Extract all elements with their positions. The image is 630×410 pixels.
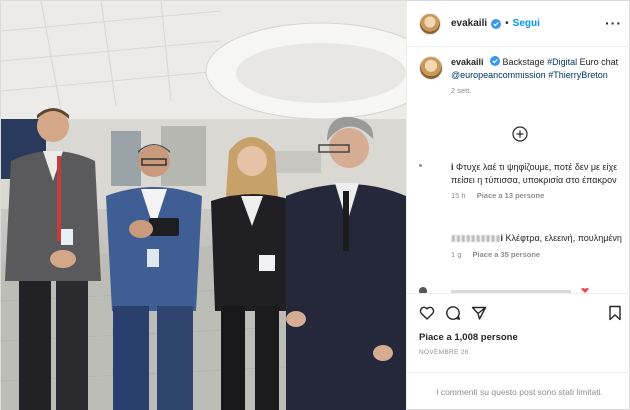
post-photo[interactable]: [1, 1, 406, 410]
hashtag-digital[interactable]: #Digital: [547, 57, 577, 67]
comment-text: Κλέφτρα, ελεεινή, πουλημένη: [503, 233, 622, 243]
post-actions: Piace a 1,008 persone NOVEMBRE 26: [407, 293, 630, 371]
comment-likes[interactable]: Piace a 13 persone: [477, 191, 545, 200]
bookmark-icon[interactable]: [607, 305, 623, 321]
verified-badge-icon: [491, 18, 502, 29]
comment-item: i Φτυχε λαέ τι ψηφίζουμε, ποτέ δεν με εί…: [419, 161, 624, 203]
share-icon[interactable]: [471, 305, 487, 321]
comment-time[interactable]: 15 h: [451, 191, 466, 200]
heart-icon[interactable]: [419, 305, 435, 321]
instagram-post: evakaili • Segui ··· evakaili Backstage …: [0, 0, 630, 410]
post-header: evakaili • Segui ···: [407, 1, 630, 47]
comment-avatar-placeholder: [419, 164, 422, 167]
follow-button[interactable]: Segui: [513, 18, 540, 29]
comment-item: ▮▮▮▮▮▮▮▮▮▮i Κλέφτρα, ελεεινή, πουλημένη …: [419, 232, 624, 261]
likes-count[interactable]: Piace a 1,008 persone: [419, 332, 518, 343]
comment-meta: 1 g Piace a 35 persone: [451, 249, 624, 262]
caption-avatar[interactable]: [419, 56, 443, 80]
comment-likes[interactable]: Piace a 35 persone: [473, 250, 541, 259]
photo-illustration: [1, 1, 406, 410]
comment-text: Φτυχε λαέ τι ψηφίζουμε, ποτέ δεν με είχε…: [451, 162, 618, 185]
caption-username[interactable]: evakaili: [451, 57, 484, 67]
caption-text: Euro chat: [577, 57, 619, 67]
comments-section[interactable]: evakaili Backstage #Digital Euro chat @e…: [407, 48, 630, 293]
next-comment-peek: [419, 287, 589, 293]
post-caption: evakaili Backstage #Digital Euro chat @e…: [419, 56, 624, 98]
post-side-panel: evakaili • Segui ··· evakaili Backstage …: [406, 1, 630, 410]
header-separator: •: [505, 18, 509, 29]
verified-badge-icon: [490, 56, 501, 66]
post-date[interactable]: NOVEMBRE 26: [419, 349, 469, 356]
comment-time[interactable]: 1 g: [451, 250, 461, 259]
author-username[interactable]: evakaili: [451, 18, 487, 29]
caption-timestamp[interactable]: 2 sett.: [451, 85, 624, 98]
comment-icon[interactable]: [445, 305, 461, 321]
load-more-icon[interactable]: [512, 126, 528, 142]
comment-username-redacted: ▮▮▮▮▮▮▮▮▮▮: [451, 233, 501, 243]
mention-europeancommission[interactable]: @europeancommission: [451, 70, 546, 80]
more-options-icon[interactable]: ···: [605, 15, 622, 31]
hashtag-thierrybreton[interactable]: #ThierryBreton: [548, 70, 608, 80]
author-avatar[interactable]: [419, 12, 441, 35]
comment-meta: 15 h Piace a 13 persone: [451, 190, 624, 203]
caption-text: Backstage: [500, 57, 548, 67]
comments-limited-notice: I commenti su questo post sono stati lim…: [407, 372, 630, 410]
